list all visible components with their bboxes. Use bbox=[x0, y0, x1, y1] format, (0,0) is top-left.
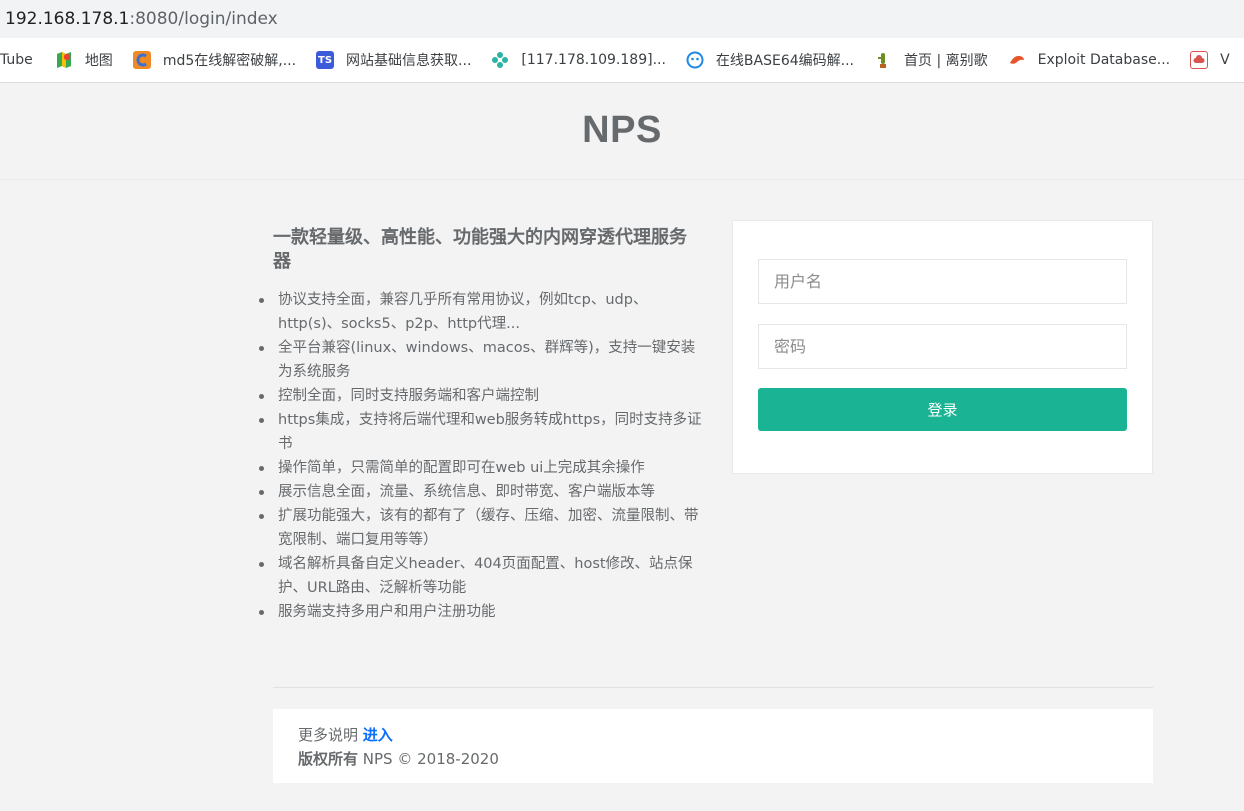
page-header: NPS bbox=[0, 84, 1244, 180]
feature-item: 全平台兼容(linux、windows、macos、群辉等)，支持一键安装为系统… bbox=[259, 336, 703, 384]
feature-item: 展示信息全面，流量、系统信息、即时带宽、客户端版本等 bbox=[259, 480, 703, 504]
bookmark-base64[interactable]: 在线BASE64编码解... bbox=[686, 50, 854, 70]
cactus-icon bbox=[874, 51, 892, 69]
more-info-link[interactable]: 进入 bbox=[363, 726, 393, 744]
footer: 更多说明 进入 版权所有 NPS © 2018-2020 bbox=[273, 709, 1153, 783]
feature-item: 协议支持全面，兼容几乎所有常用协议，例如tcp、udp、http(s)、sock… bbox=[259, 288, 703, 336]
exploit-db-icon bbox=[1008, 51, 1026, 69]
bookmark-label: 在线BASE64编码解... bbox=[715, 53, 855, 69]
bookmark-label: md5在线解密破解,... bbox=[162, 53, 297, 69]
bookmark-v[interactable]: V bbox=[1190, 51, 1230, 69]
feature-item: 操作简单，只需简单的配置即可在web ui上完成其余操作 bbox=[259, 456, 703, 480]
bookmark-ip[interactable]: [117.178.109.189]... bbox=[491, 51, 666, 69]
bookmarks-bar: Tube 地图 md5在线解密破解,... TS 网站基础信息获取... [11… bbox=[0, 38, 1244, 83]
bookmark-youtube[interactable]: Tube bbox=[0, 52, 33, 68]
ts-icon: TS bbox=[316, 51, 335, 69]
feature-item: 控制全面，同时支持服务端和客户端控制 bbox=[259, 384, 703, 408]
feature-item: https集成，支持将后端代理和web服务转成https，同时支持多证书 bbox=[259, 408, 703, 456]
bookmark-label: V bbox=[1220, 52, 1230, 68]
bookmark-label: Tube bbox=[0, 52, 33, 68]
bookmark-exploit-db[interactable]: Exploit Database... bbox=[1008, 51, 1170, 69]
feature-item: 扩展功能强大，该有的都有了（缓存、压缩、加密、流量限制、带宽限制、端口复用等等） bbox=[259, 504, 703, 552]
intro-section: 一款轻量级、高性能、功能强大的内网穿透代理服务器 协议支持全面，兼容几乎所有常用… bbox=[259, 226, 703, 624]
gear-flower-icon bbox=[491, 51, 509, 69]
page-title: NPS bbox=[582, 109, 662, 151]
feature-item: 服务端支持多用户和用户注册功能 bbox=[259, 600, 703, 624]
base64-icon bbox=[686, 51, 704, 69]
intro-title: 一款轻量级、高性能、功能强大的内网穿透代理服务器 bbox=[273, 227, 687, 272]
feature-list: 协议支持全面，兼容几乎所有常用协议，例如tcp、udp、http(s)、sock… bbox=[259, 288, 703, 624]
maps-icon bbox=[55, 51, 73, 69]
url-path: :8080/login/index bbox=[129, 9, 278, 29]
login-form: 登录 bbox=[732, 220, 1153, 474]
password-input[interactable] bbox=[758, 324, 1127, 369]
bookmark-label: Exploit Database... bbox=[1037, 52, 1171, 68]
cmd5-icon bbox=[132, 51, 151, 69]
bookmark-cmd5[interactable]: md5在线解密破解,... bbox=[132, 50, 297, 70]
bookmark-label: 首页 | 离别歌 bbox=[904, 53, 988, 69]
copyright-text: NPS © 2018-2020 bbox=[358, 750, 499, 768]
address-bar[interactable]: 192.168.178.1:8080/login/index bbox=[0, 0, 1244, 38]
username-input[interactable] bbox=[758, 259, 1127, 304]
bookmark-label: [117.178.109.189]... bbox=[521, 52, 666, 68]
bookmark-ts[interactable]: TS 网站基础信息获取... bbox=[316, 50, 471, 70]
bookmark-maps[interactable]: 地图 bbox=[55, 50, 113, 70]
divider bbox=[273, 687, 1153, 688]
bookmark-label: 网站基础信息获取... bbox=[346, 53, 472, 69]
bookmark-libiege[interactable]: 首页 | 离别歌 bbox=[874, 50, 988, 70]
more-info-line: 更多说明 进入 bbox=[298, 723, 1128, 747]
feature-item: 域名解析具备自定义header、404页面配置、host修改、站点保护、URL路… bbox=[259, 552, 703, 600]
bookmark-label: 地图 bbox=[84, 53, 113, 69]
copyright-line: 版权所有 NPS © 2018-2020 bbox=[298, 747, 1128, 771]
cloud-icon bbox=[1190, 51, 1209, 69]
copyright-label: 版权所有 bbox=[298, 750, 359, 768]
url-host: 192.168.178.1 bbox=[5, 9, 130, 29]
login-button[interactable]: 登录 bbox=[758, 388, 1127, 431]
more-info-text: 更多说明 bbox=[298, 726, 359, 744]
